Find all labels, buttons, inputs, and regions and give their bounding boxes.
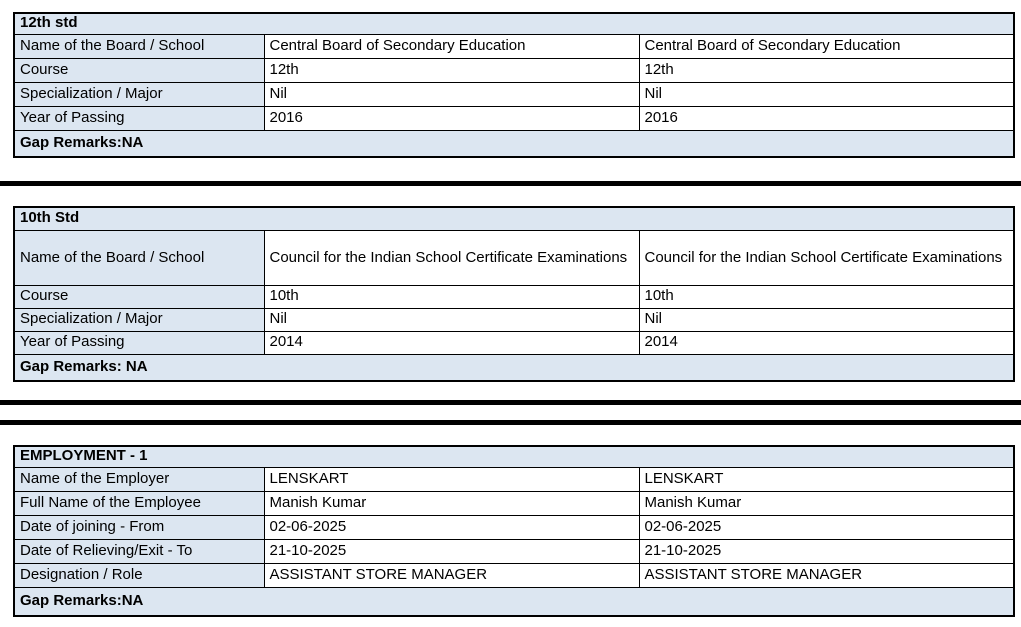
row-value-2: Nil (639, 82, 1014, 106)
table-row: Year of Passing 2016 2016 (14, 106, 1014, 130)
row-value-1: ASSISTANT STORE MANAGER (264, 563, 639, 587)
row-label: Year of Passing (14, 106, 264, 130)
row-value-2: Nil (639, 308, 1014, 331)
table-row: Date of Relieving/Exit - To 21-10-2025 2… (14, 539, 1014, 563)
row-label: Specialization / Major (14, 308, 264, 331)
row-value-1: Nil (264, 308, 639, 331)
separator-rule (0, 420, 1021, 425)
table-title: 10th Std (14, 207, 1014, 230)
row-value-2: Council for the Indian School Certificat… (639, 230, 1014, 285)
row-value-1: 10th (264, 285, 639, 308)
row-value-1: Council for the Indian School Certificat… (264, 230, 639, 285)
table-row: Full Name of the Employee Manish Kumar M… (14, 491, 1014, 515)
table-header-row: 12th std (14, 13, 1014, 34)
row-value-2: Central Board of Secondary Education (639, 34, 1014, 58)
row-label: Course (14, 58, 264, 82)
table-row: Designation / Role ASSISTANT STORE MANAG… (14, 563, 1014, 587)
row-label: Course (14, 285, 264, 308)
row-label: Name of the Employer (14, 467, 264, 491)
row-value-2: LENSKART (639, 467, 1014, 491)
education-12th-table: 12th std Name of the Board / School Cent… (13, 12, 1015, 158)
gap-remarks: Gap Remarks:NA (14, 130, 1014, 157)
table-title: 12th std (14, 13, 1014, 34)
table-row: Name of the Board / School Council for t… (14, 230, 1014, 285)
table-title: EMPLOYMENT - 1 (14, 446, 1014, 467)
row-value-2: 2014 (639, 331, 1014, 354)
table-row: Specialization / Major Nil Nil (14, 308, 1014, 331)
row-value-1: 02-06-2025 (264, 515, 639, 539)
row-value-2: 12th (639, 58, 1014, 82)
row-value-1: Central Board of Secondary Education (264, 34, 639, 58)
row-value-1: LENSKART (264, 467, 639, 491)
table-header-row: EMPLOYMENT - 1 (14, 446, 1014, 467)
row-label: Year of Passing (14, 331, 264, 354)
row-value-1: Nil (264, 82, 639, 106)
table-row: Year of Passing 2014 2014 (14, 331, 1014, 354)
row-value-2: 21-10-2025 (639, 539, 1014, 563)
row-label: Date of joining - From (14, 515, 264, 539)
separator-rule (0, 181, 1021, 186)
table-footer-row: Gap Remarks:NA (14, 587, 1014, 616)
table-row: Name of the Employer LENSKART LENSKART (14, 467, 1014, 491)
row-value-1: 2016 (264, 106, 639, 130)
table-row: Specialization / Major Nil Nil (14, 82, 1014, 106)
gap-remarks: Gap Remarks: NA (14, 354, 1014, 381)
gap-remarks: Gap Remarks:NA (14, 587, 1014, 616)
table-header-row: 10th Std (14, 207, 1014, 230)
employment-1-table: EMPLOYMENT - 1 Name of the Employer LENS… (13, 445, 1015, 617)
row-label: Name of the Board / School (14, 34, 264, 58)
row-label: Specialization / Major (14, 82, 264, 106)
row-value-2: 10th (639, 285, 1014, 308)
row-label: Full Name of the Employee (14, 491, 264, 515)
row-value-2: ASSISTANT STORE MANAGER (639, 563, 1014, 587)
row-value-2: 02-06-2025 (639, 515, 1014, 539)
row-label: Designation / Role (14, 563, 264, 587)
table-row: Date of joining - From 02-06-2025 02-06-… (14, 515, 1014, 539)
row-value-1: 2014 (264, 331, 639, 354)
table-footer-row: Gap Remarks: NA (14, 354, 1014, 381)
row-value-1: 12th (264, 58, 639, 82)
row-value-2: 2016 (639, 106, 1014, 130)
row-value-1: 21-10-2025 (264, 539, 639, 563)
table-footer-row: Gap Remarks:NA (14, 130, 1014, 157)
separator-rule (0, 400, 1021, 405)
row-value-2: Manish Kumar (639, 491, 1014, 515)
row-label: Date of Relieving/Exit - To (14, 539, 264, 563)
row-label: Name of the Board / School (14, 230, 264, 285)
row-value-1: Manish Kumar (264, 491, 639, 515)
table-row: Course 10th 10th (14, 285, 1014, 308)
table-row: Name of the Board / School Central Board… (14, 34, 1014, 58)
table-row: Course 12th 12th (14, 58, 1014, 82)
education-10th-table: 10th Std Name of the Board / School Coun… (13, 206, 1015, 382)
